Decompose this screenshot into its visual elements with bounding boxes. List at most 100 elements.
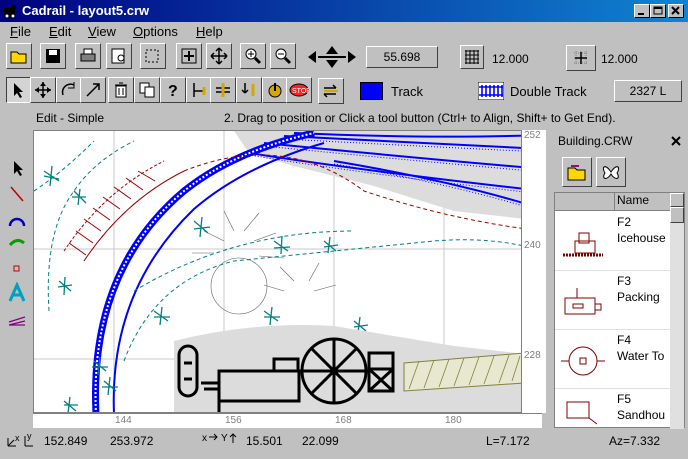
menu-view[interactable]: View — [88, 24, 116, 39]
palette-arc-icon[interactable] — [6, 208, 28, 230]
rotate-icon — [61, 82, 75, 96]
align-left-button[interactable] — [186, 77, 212, 103]
library-item[interactable]: F3 Packing — [555, 272, 670, 330]
snap-grid-icon — [574, 51, 588, 65]
snap-spacing-value: 12.000 — [601, 52, 638, 66]
library-item[interactable]: F2 Icehouse — [555, 213, 670, 271]
palette-ramp-icon[interactable] — [6, 307, 28, 329]
position-field[interactable]: 55.698 — [366, 46, 438, 68]
title-bar: Cadrail - layout5.crw — [0, 0, 688, 22]
delta-y: 22.099 — [302, 434, 339, 448]
zoom-out-button[interactable] — [270, 43, 296, 69]
print-preview-button[interactable] — [106, 43, 132, 69]
open-library-button[interactable] — [562, 157, 592, 187]
library-item[interactable]: F5 Sandhou — [555, 390, 670, 429]
xy-coordinates-icon: x y — [7, 431, 33, 447]
svg-text:STOP: STOP — [292, 88, 309, 95]
svg-text:Y: Y — [221, 433, 228, 444]
floppy-disk-icon — [46, 49, 60, 63]
copy-icon — [139, 82, 155, 98]
water-tower-thumbnail-icon — [561, 346, 605, 376]
maximize-icon — [653, 6, 663, 15]
menu-bar: File Edit View Options Help — [0, 22, 688, 40]
horizontal-ruler: 144 156 168 180 — [33, 413, 542, 428]
train-app-icon — [4, 5, 16, 19]
pan-button[interactable] — [206, 43, 232, 69]
drawing-canvas[interactable] — [33, 130, 542, 413]
svg-text:x: x — [15, 433, 20, 443]
status-bar: x y 152.849 253.972 x Y 15.501 22.099 L=… — [0, 430, 688, 459]
ruler-tick-label: 168 — [335, 415, 352, 426]
diagonal-arrow-icon — [86, 83, 100, 97]
close-button[interactable] — [668, 4, 684, 18]
snap-toggle-button[interactable] — [566, 45, 596, 71]
length-field[interactable]: 2327 L — [614, 80, 682, 102]
zoom-window-button[interactable] — [140, 43, 166, 69]
icehouse-thumbnail-icon — [563, 232, 603, 257]
menu-help[interactable]: Help — [196, 24, 223, 39]
pan-arrows-icon — [210, 47, 228, 65]
library-favorite-button[interactable] — [596, 157, 626, 187]
delete-button[interactable] — [108, 77, 134, 103]
library-scrollbar[interactable] — [670, 193, 684, 429]
butterfly-icon — [602, 166, 620, 179]
menu-options[interactable]: Options — [133, 24, 178, 39]
svg-text:x: x — [202, 433, 207, 444]
select-tool-button[interactable] — [6, 77, 32, 103]
stop-button[interactable]: STOP — [286, 77, 312, 103]
query-button[interactable]: ? — [160, 77, 186, 103]
sandhouse-thumbnail-icon — [566, 401, 598, 425]
palette-select-icon[interactable] — [6, 158, 28, 180]
align-parallel-button[interactable] — [210, 77, 236, 103]
double-track-swatch[interactable] — [478, 82, 504, 100]
nudge-arrows-icon[interactable] — [304, 44, 360, 70]
swap-direction-button[interactable] — [318, 78, 344, 104]
y-coordinate: 253.972 — [110, 434, 154, 448]
track-label: Track — [391, 84, 424, 99]
zoom-fit-button[interactable] — [176, 43, 202, 69]
copy-button[interactable] — [134, 77, 160, 103]
save-button[interactable] — [40, 43, 66, 69]
align-down-button[interactable] — [236, 77, 262, 103]
panel-close-icon[interactable] — [670, 135, 682, 147]
move-tool-button[interactable] — [30, 77, 56, 103]
icon-column-header[interactable] — [555, 193, 615, 211]
library-title: Building.CRW — [558, 134, 633, 148]
move-icon — [35, 82, 51, 98]
palette-curve-icon[interactable] — [6, 233, 28, 255]
rotate-tool-button[interactable] — [56, 77, 82, 103]
azimuth: Az=7.332 — [609, 434, 661, 448]
zoom-in-icon — [245, 48, 262, 65]
palette-point-icon[interactable] — [6, 258, 28, 280]
zoom-in-button[interactable] — [240, 43, 266, 69]
extend-tool-button[interactable] — [80, 77, 106, 103]
name-column-header[interactable]: Name — [615, 193, 670, 211]
menu-edit[interactable]: Edit — [49, 24, 71, 39]
zoom-window-icon — [145, 49, 159, 63]
library-item[interactable]: F4 Water To — [555, 331, 670, 389]
grid-toggle-button[interactable] — [460, 45, 484, 69]
instruction-message: 2. Drag to position or Click a tool butt… — [224, 111, 616, 125]
printer-icon — [80, 48, 96, 62]
open-folder-icon — [10, 51, 27, 64]
maximize-button[interactable] — [650, 4, 666, 18]
x-coordinate: 152.849 — [44, 434, 88, 448]
track-color-swatch[interactable] — [360, 82, 383, 100]
packing-house-thumbnail-icon — [564, 288, 602, 315]
menu-file[interactable]: File — [10, 24, 31, 39]
open-folder-icon — [567, 165, 586, 181]
zoom-extents-icon — [181, 48, 197, 64]
minimize-button[interactable] — [634, 4, 650, 18]
window-title: Cadrail - layout5.crw — [22, 3, 150, 18]
connect-button[interactable] — [262, 77, 288, 103]
print-button[interactable] — [75, 43, 101, 69]
delta-x: 15.501 — [246, 434, 283, 448]
palette-line-icon[interactable] — [6, 183, 28, 205]
delta-xy-icon: x Y — [202, 433, 237, 444]
minimize-icon — [638, 13, 644, 15]
ruler-tick-label: 180 — [445, 415, 462, 426]
question-mark-icon: ? — [168, 83, 178, 99]
open-button[interactable] — [6, 43, 32, 69]
palette-text-icon[interactable] — [6, 282, 28, 304]
library-list[interactable]: Name F2 Icehouse F3 Packing F4 Water To … — [554, 192, 685, 429]
